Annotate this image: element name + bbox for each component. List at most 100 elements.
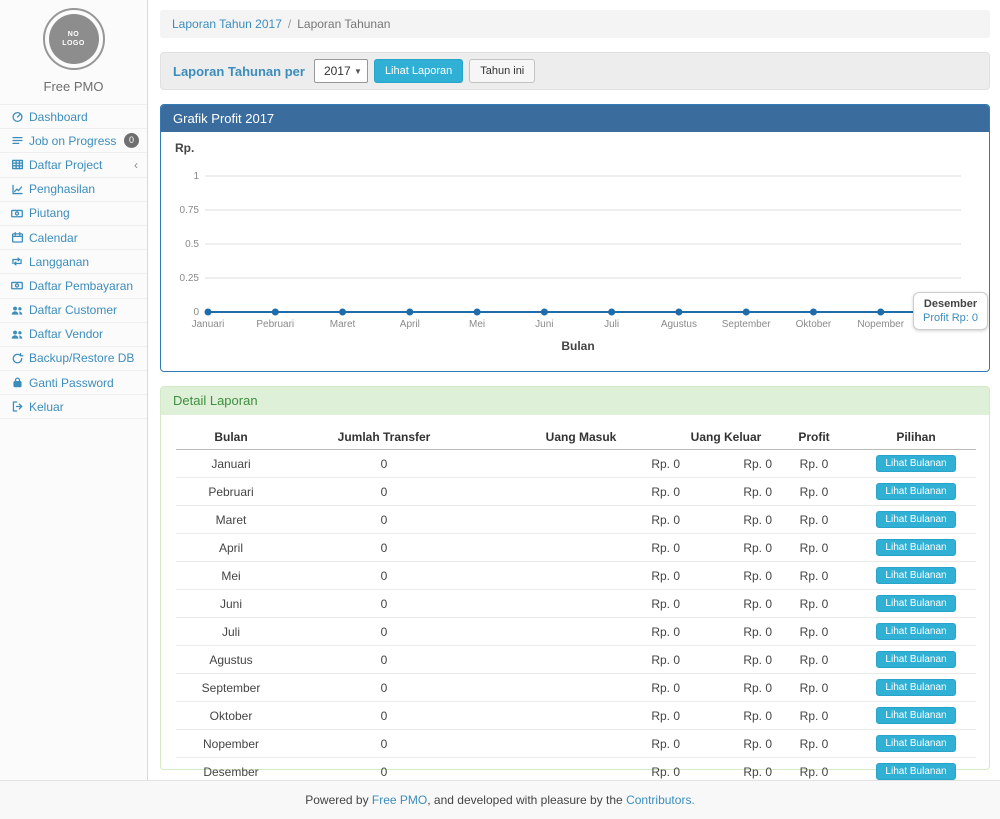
sidebar-item-backup-restore-db[interactable]: Backup/Restore DB — [0, 347, 147, 371]
cell-uang-masuk: Rp. 0 — [482, 534, 680, 562]
sidebar-item-daftar-customer[interactable]: Daftar Customer — [0, 299, 147, 323]
svg-text:0.25: 0.25 — [180, 273, 200, 284]
svg-text:1: 1 — [193, 171, 199, 182]
chart-tooltip: Desember Profit Rp: 0 — [913, 292, 988, 330]
cell-profit: Rp. 0 — [772, 450, 856, 478]
chart-panel-title: Grafik Profit 2017 — [161, 105, 989, 132]
cell-profit: Rp. 0 — [772, 534, 856, 562]
cell-transfer: 0 — [286, 674, 482, 702]
chevron-left-icon: ‹ — [134, 158, 138, 172]
sidebar-item-langganan[interactable]: Langganan — [0, 250, 147, 274]
sidebar-item-job-on-progress[interactable]: Job on Progress0 — [0, 129, 147, 153]
table-row-april: April0Rp. 0Rp. 0Rp. 0Lihat Bulanan — [176, 534, 976, 562]
sidebar-item-label: Daftar Customer — [29, 303, 117, 317]
cell-uang-masuk: Rp. 0 — [482, 646, 680, 674]
cell-uang-keluar: Rp. 0 — [680, 450, 772, 478]
sidebar-item-daftar-vendor[interactable]: Daftar Vendor — [0, 323, 147, 347]
cell-action: Lihat Bulanan — [856, 618, 976, 646]
sidebar-item-label: Job on Progress — [29, 134, 116, 148]
svg-text:Oktober: Oktober — [796, 319, 832, 330]
sidebar-item-keluar[interactable]: Keluar — [0, 395, 147, 419]
no-logo-badge: NO LOGO — [43, 8, 105, 70]
column-header-uang-masuk: Uang Masuk — [482, 425, 680, 450]
sidebar-item-dashboard[interactable]: Dashboard — [0, 105, 147, 129]
cell-action: Lihat Bulanan — [856, 562, 976, 590]
lihat-bulanan-button[interactable]: Lihat Bulanan — [876, 483, 955, 500]
sidebar-item-ganti-password[interactable]: Ganti Password — [0, 371, 147, 395]
brand-name: Free PMO — [0, 79, 147, 94]
cell-month: Juli — [176, 618, 286, 646]
column-header-uang-keluar: Uang Keluar — [680, 425, 772, 450]
svg-text:Juli: Juli — [604, 319, 619, 330]
lihat-bulanan-button[interactable]: Lihat Bulanan — [876, 763, 955, 780]
lihat-laporan-button[interactable]: Lihat Laporan — [374, 59, 463, 83]
cell-uang-keluar: Rp. 0 — [680, 674, 772, 702]
report-controls: Laporan Tahunan per 2017 ▼ Lihat Laporan… — [160, 52, 990, 90]
cell-uang-keluar: Rp. 0 — [680, 618, 772, 646]
detail-table-wrap: BulanJumlah TransferUang MasukUang Kelua… — [161, 415, 989, 810]
svg-text:Bulan: Bulan — [561, 339, 594, 353]
chart-body: Rp. 00.250.50.751JanuariPebruariMaretApr… — [161, 132, 989, 372]
table-row-oktober: Oktober0Rp. 0Rp. 0Rp. 0Lihat Bulanan — [176, 702, 976, 730]
refresh-icon — [8, 352, 26, 365]
cell-uang-keluar: Rp. 0 — [680, 590, 772, 618]
sidebar-item-penghasilan[interactable]: Penghasilan — [0, 178, 147, 202]
lihat-bulanan-button[interactable]: Lihat Bulanan — [876, 707, 955, 724]
cell-uang-keluar: Rp. 0 — [680, 506, 772, 534]
cell-uang-keluar: Rp. 0 — [680, 730, 772, 758]
cell-transfer: 0 — [286, 478, 482, 506]
lihat-bulanan-button[interactable]: Lihat Bulanan — [876, 651, 955, 668]
year-select[interactable]: 2017 ▼ — [314, 59, 368, 83]
report-table: BulanJumlah TransferUang MasukUang Kelua… — [176, 425, 976, 810]
lihat-bulanan-button[interactable]: Lihat Bulanan — [876, 455, 955, 472]
lihat-bulanan-button[interactable]: Lihat Bulanan — [876, 623, 955, 640]
table-row-september: September0Rp. 0Rp. 0Rp. 0Lihat Bulanan — [176, 674, 976, 702]
lihat-bulanan-button[interactable]: Lihat Bulanan — [876, 511, 955, 528]
svg-text:Nopember: Nopember — [857, 319, 904, 330]
svg-text:Januari: Januari — [192, 319, 225, 330]
sidebar-item-daftar-project[interactable]: Daftar Project ‹ — [0, 153, 147, 177]
cell-action: Lihat Bulanan — [856, 646, 976, 674]
sidebar-item-calendar[interactable]: Calendar — [0, 226, 147, 250]
sidebar: NO LOGO Free PMO DashboardJob on Progres… — [0, 0, 148, 780]
cell-action: Lihat Bulanan — [856, 702, 976, 730]
cell-uang-keluar: Rp. 0 — [680, 534, 772, 562]
cell-action: Lihat Bulanan — [856, 478, 976, 506]
table-row-nopember: Nopember0Rp. 0Rp. 0Rp. 0Lihat Bulanan — [176, 730, 976, 758]
cell-profit: Rp. 0 — [772, 478, 856, 506]
footer-link-contributors[interactable]: Contributors. — [626, 793, 695, 807]
table-row-maret: Maret0Rp. 0Rp. 0Rp. 0Lihat Bulanan — [176, 506, 976, 534]
logo-text-line1: NO — [68, 30, 80, 39]
lihat-bulanan-button[interactable]: Lihat Bulanan — [876, 595, 955, 612]
breadcrumb-link-laporan-tahun[interactable]: Laporan Tahun 2017 — [172, 17, 282, 31]
breadcrumb-current: Laporan Tahunan — [297, 17, 390, 31]
table-row-mei: Mei0Rp. 0Rp. 0Rp. 0Lihat Bulanan — [176, 562, 976, 590]
lihat-bulanan-button[interactable]: Lihat Bulanan — [876, 735, 955, 752]
table-icon — [8, 158, 26, 171]
cell-uang-keluar: Rp. 0 — [680, 478, 772, 506]
cell-transfer: 0 — [286, 702, 482, 730]
users-icon — [8, 304, 26, 317]
cell-month: Mei — [176, 562, 286, 590]
footer-link-free-pmo[interactable]: Free PMO — [372, 793, 427, 807]
cell-transfer: 0 — [286, 590, 482, 618]
table-row-agustus: Agustus0Rp. 0Rp. 0Rp. 0Lihat Bulanan — [176, 646, 976, 674]
lihat-bulanan-button[interactable]: Lihat Bulanan — [876, 539, 955, 556]
sidebar-item-label: Daftar Vendor — [29, 327, 103, 341]
sidebar-item-label: Daftar Project — [29, 158, 102, 172]
tahun-ini-button[interactable]: Tahun ini — [469, 59, 535, 83]
cell-action: Lihat Bulanan — [856, 674, 976, 702]
footer-text-prefix: Powered by — [305, 793, 372, 807]
table-row-juli: Juli0Rp. 0Rp. 0Rp. 0Lihat Bulanan — [176, 618, 976, 646]
cell-uang-masuk: Rp. 0 — [482, 590, 680, 618]
lihat-bulanan-button[interactable]: Lihat Bulanan — [876, 567, 955, 584]
svg-text:Juni: Juni — [535, 319, 553, 330]
sidebar-item-label: Langganan — [29, 255, 89, 269]
column-header-bulan: Bulan — [176, 425, 286, 450]
calendar-icon — [8, 231, 26, 244]
lihat-bulanan-button[interactable]: Lihat Bulanan — [876, 679, 955, 696]
sidebar-item-daftar-pembayaran[interactable]: Daftar Pembayaran — [0, 274, 147, 298]
sidebar-item-piutang[interactable]: Piutang — [0, 202, 147, 226]
cell-uang-masuk: Rp. 0 — [482, 674, 680, 702]
cell-transfer: 0 — [286, 730, 482, 758]
